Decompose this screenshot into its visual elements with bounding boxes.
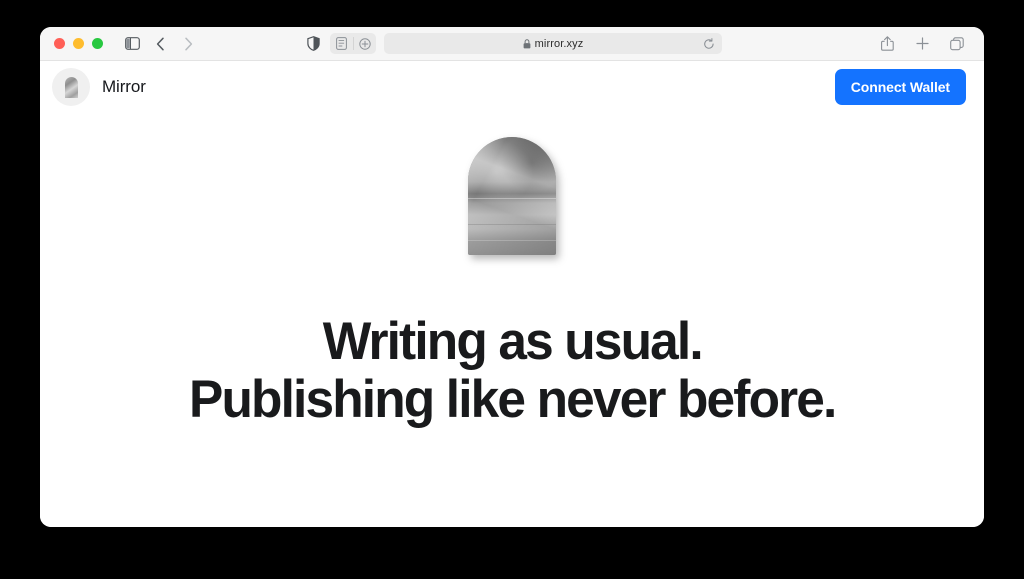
headline-line-2: Publishing like never before. (188, 370, 837, 429)
page-title: Writing as usual. Publishing like never … (188, 312, 837, 429)
back-button[interactable] (147, 32, 173, 56)
privacy-shield-icon[interactable] (302, 33, 324, 55)
headline-line-1: Writing as usual. (322, 312, 703, 371)
connect-wallet-button[interactable]: Connect Wallet (834, 69, 966, 105)
reload-button[interactable] (701, 36, 717, 52)
url-text: mirror.xyz (534, 37, 584, 50)
sidebar-toggle-button[interactable] (119, 32, 145, 56)
toolbar-actions (874, 32, 970, 56)
arch-monolith-icon (64, 77, 78, 98)
site-header: Mirror Connect Wallet (40, 61, 984, 113)
browser-window: mirror.xyz Mirror Connect Wallet Writing… (40, 27, 984, 527)
reader-view-icon[interactable] (330, 33, 353, 54)
maximize-window-button[interactable] (92, 38, 103, 49)
minimize-window-button[interactable] (73, 38, 84, 49)
page-tools-group (330, 33, 376, 54)
tab-overview-button[interactable] (944, 32, 970, 56)
hero-section: Writing as usual. Publishing like never … (40, 113, 984, 429)
forward-button[interactable] (175, 32, 201, 56)
brand-name: Mirror (102, 77, 146, 96)
brand[interactable]: Mirror (52, 68, 146, 106)
page-content: Mirror Connect Wallet Writing as usual. … (40, 61, 984, 527)
new-tab-button[interactable] (909, 32, 935, 56)
share-icon[interactable] (874, 32, 900, 56)
close-window-button[interactable] (54, 38, 65, 49)
mirror-logo-avatar[interactable] (52, 68, 90, 106)
window-controls (54, 38, 103, 49)
address-bar[interactable]: mirror.xyz (384, 33, 722, 54)
page-zoom-icon[interactable] (353, 33, 376, 54)
hero-artwork-image (468, 137, 556, 255)
hero-artwork-surface (468, 137, 556, 255)
lock-icon (523, 38, 531, 48)
address-bar-content: mirror.xyz (523, 38, 584, 50)
address-bar-cluster: mirror.xyz (302, 33, 722, 55)
browser-toolbar: mirror.xyz (40, 27, 984, 61)
navigation-controls (119, 32, 201, 56)
